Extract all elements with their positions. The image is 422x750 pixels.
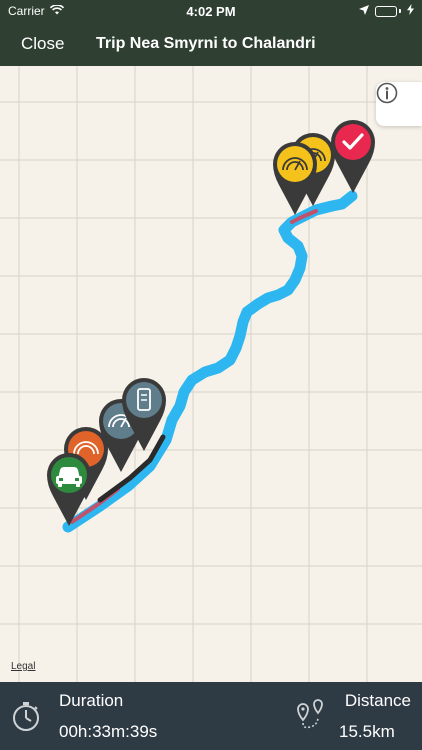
wifi-icon (49, 4, 64, 18)
info-button[interactable] (376, 82, 422, 126)
charging-icon (407, 4, 414, 18)
trip-map[interactable]: Legal (0, 66, 422, 682)
status-bar: Carrier 4:02 PM (0, 0, 422, 22)
carrier-label: Carrier (8, 4, 45, 18)
info-icon (376, 82, 398, 104)
battery-icon (375, 5, 401, 17)
distance-value: 15.5km (339, 722, 395, 741)
page-title: Trip Nea Smyrni to Chalandri (96, 35, 316, 52)
route-distance-icon (290, 699, 326, 738)
location-arrow-icon (359, 4, 369, 18)
navigation-bar: Close Trip Nea Smyrni to Chalandri (0, 22, 422, 66)
trip-summary-bar: Duration 00h:33m:39s Distance 15.5km (0, 682, 422, 750)
distance-label: Distance (344, 691, 411, 710)
duration-value: 00h:33m:39s (59, 722, 158, 741)
speeding-marker-end-1[interactable] (273, 142, 317, 215)
end-check-marker[interactable] (331, 120, 375, 193)
duration-label: Duration (59, 691, 124, 710)
map-canvas (0, 66, 422, 682)
stopwatch-icon (10, 700, 42, 737)
close-button[interactable]: Close (21, 34, 64, 54)
legal-link[interactable]: Legal (11, 661, 35, 672)
